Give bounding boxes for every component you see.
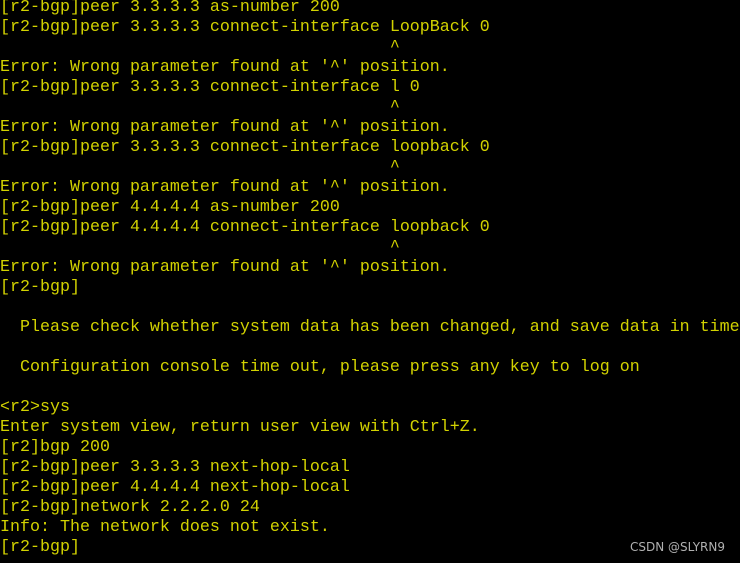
- terminal-line: ^: [0, 238, 400, 257]
- terminal-line: Error: Wrong parameter found at '^' posi…: [0, 178, 450, 197]
- watermark: CSDN @SLYRN9: [629, 540, 725, 554]
- terminal-line: [r2-bgp]network 2.2.2.0 24: [0, 498, 260, 517]
- terminal-output[interactable]: [r2-bgp]peer 3.3.3.3 as-number 200 [r2-bg…: [0, 0, 740, 558]
- terminal-line: Enter system view, return user view with…: [0, 418, 480, 437]
- terminal-line: [r2-bgp]peer 4.4.4.4 connect-interface l…: [0, 218, 490, 237]
- terminal-line: [r2-bgp]: [0, 278, 80, 297]
- terminal-line: ^: [0, 38, 400, 57]
- terminal-line: Error: Wrong parameter found at '^' posi…: [0, 258, 450, 277]
- terminal-line: [r2-bgp]peer 4.4.4.4 as-number 200: [0, 198, 340, 217]
- terminal-line: <r2>sys: [0, 398, 70, 417]
- terminal-line: Error: Wrong parameter found at '^' posi…: [0, 58, 450, 77]
- terminal-line: Error: Wrong parameter found at '^' posi…: [0, 118, 450, 137]
- terminal-line: [r2-bgp]peer 3.3.3.3 as-number 200: [0, 0, 340, 17]
- terminal-line: [r2]bgp 200: [0, 438, 110, 457]
- terminal-line: Please check whether system data has bee…: [0, 318, 740, 337]
- terminal-line: [r2-bgp]peer 3.3.3.3 connect-interface L…: [0, 18, 490, 37]
- terminal-line: [r2-bgp]peer 3.3.3.3 next-hop-local: [0, 458, 350, 477]
- terminal-line: ^: [0, 98, 400, 117]
- terminal-line: Info: The network does not exist.: [0, 518, 330, 537]
- terminal-line: [r2-bgp]peer 4.4.4.4 next-hop-local: [0, 478, 350, 497]
- terminal-line: [r2-bgp]peer 3.3.3.3 connect-interface l…: [0, 138, 490, 157]
- terminal-line: Configuration console time out, please p…: [0, 358, 640, 377]
- terminal-line: [r2-bgp]: [0, 538, 80, 557]
- terminal-line: [r2-bgp]peer 3.3.3.3 connect-interface l…: [0, 78, 420, 97]
- terminal-line: ^: [0, 158, 400, 177]
